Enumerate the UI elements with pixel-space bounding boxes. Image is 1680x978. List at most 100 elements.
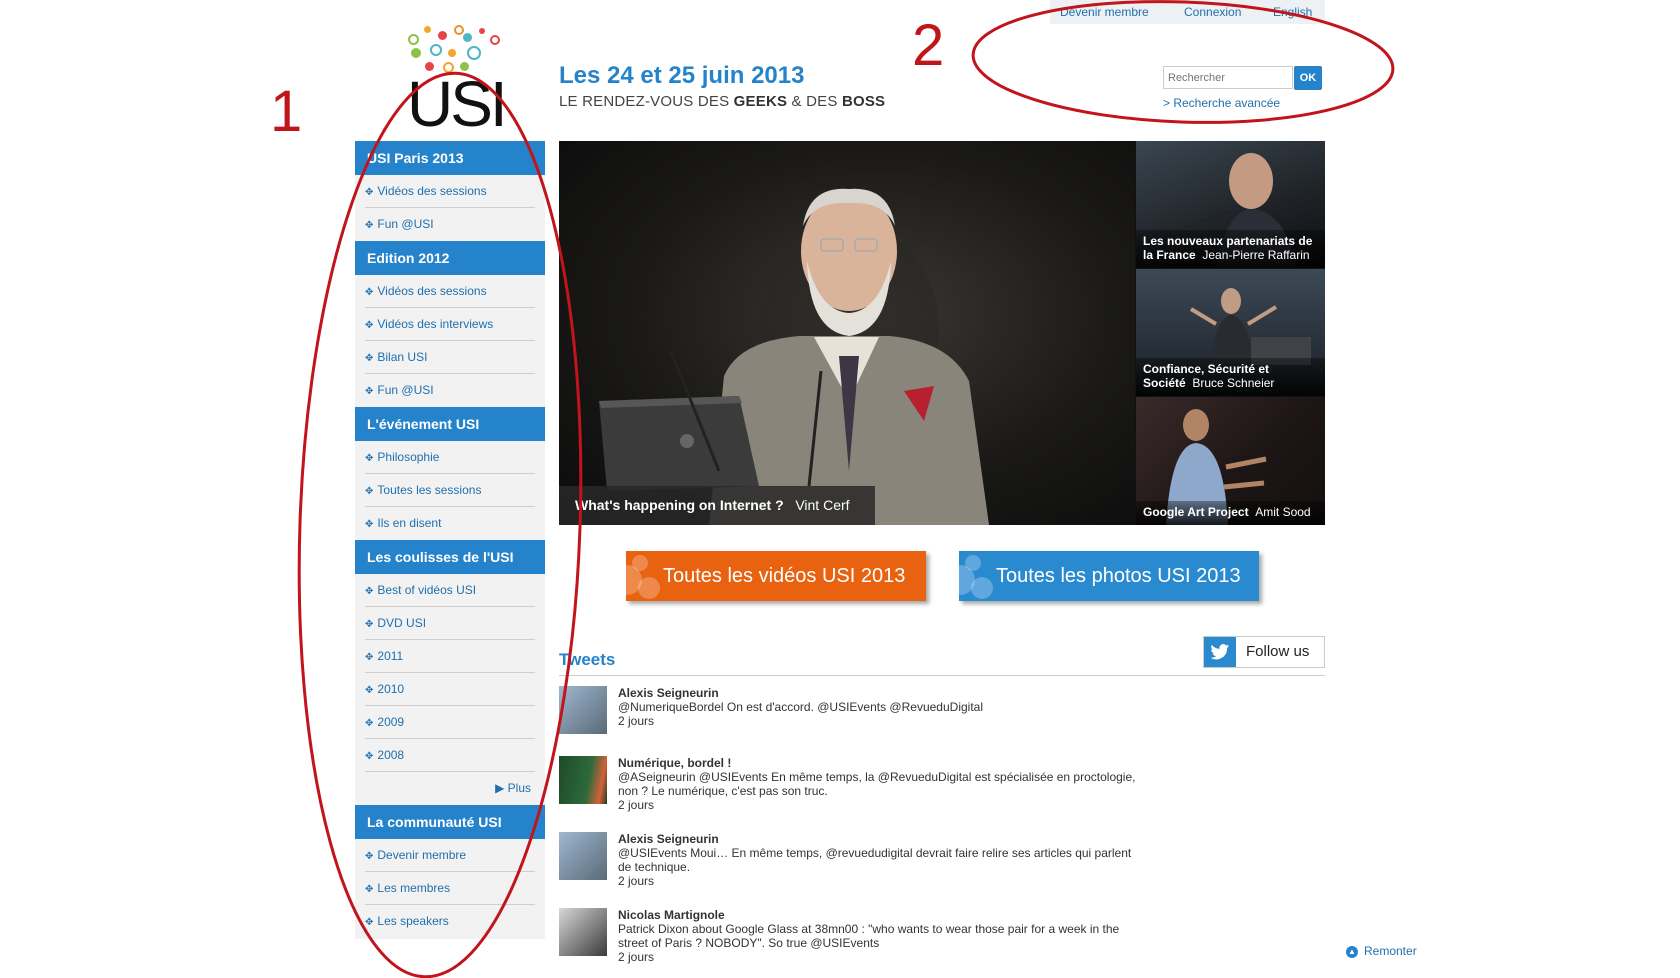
tweet-author[interactable]: Numérique, bordel ! (618, 756, 1138, 770)
sidebar-more-link[interactable]: ▶ Plus (355, 772, 545, 805)
avatar[interactable] (559, 832, 607, 880)
search-input[interactable] (1163, 66, 1293, 89)
usi-logo[interactable]: USI (405, 22, 508, 136)
logo-dot (430, 44, 442, 56)
tagline-boss: BOSS (841, 93, 886, 110)
tweet-text: @ASeigneurin @USIEvents En même temps, l… (618, 770, 1136, 798)
bullet-icon: ✥ (365, 519, 374, 530)
sidebar-section-communaute: La communauté USI ✥ Devenir membre ✥ Les m… (355, 805, 545, 938)
bullet-icon: ✥ (365, 353, 374, 364)
advanced-search-link[interactable]: > Recherche avancée (1163, 96, 1280, 110)
sidebar-item-label: Devenir membre (377, 848, 467, 862)
decor-bubble (632, 555, 648, 571)
tweet-text: @NumeriqueBordel On est d'accord. @USIEv… (618, 700, 983, 714)
logo-dot (463, 33, 472, 42)
annotation-label-2: 2 (912, 13, 945, 78)
thumb-caption: Confiance, Sécurité et Société Bruce Sch… (1136, 358, 1325, 396)
thumb-speaker: Amit Sood (1255, 505, 1311, 519)
triangle-right-icon: ▶ (495, 781, 508, 795)
sidebar-section-usi-paris-2013: USI Paris 2013 ✥ Vidéos des sessions ✥ Fun… (355, 141, 545, 241)
sidebar-item-label: Vidéos des sessions (377, 184, 487, 198)
sidebar-item-2011[interactable]: ✥ 2011 (365, 640, 535, 673)
thumb-caption: Google Art Project Amit Sood (1136, 501, 1325, 525)
logo-dot (467, 46, 481, 60)
sidebar-section-title[interactable]: L'événement USI (355, 407, 545, 441)
sidebar-section-title[interactable]: Edition 2012 (355, 241, 545, 275)
sidebar-item-les-speakers[interactable]: ✥ Les speakers (365, 905, 535, 938)
tweet-author[interactable]: Alexis Seigneurin (618, 686, 1138, 700)
english-link[interactable]: English (1273, 5, 1312, 19)
bullet-icon: ✥ (365, 453, 374, 464)
sidebar-section-edition-2012: Edition 2012 ✥ Vidéos des sessions ✥ Vidéo… (355, 241, 545, 407)
tweet-time[interactable]: 2 jours (618, 798, 1138, 812)
logo-dot (448, 49, 456, 57)
sidebar-section-title[interactable]: Les coulisses de l'USI (355, 540, 545, 574)
bullet-icon: ✥ (365, 287, 374, 298)
connexion-link[interactable]: Connexion (1184, 5, 1241, 19)
sidebar-item-label: Toutes les sessions (377, 483, 482, 497)
avatar[interactable] (559, 686, 607, 734)
sidebar-item-best-of[interactable]: ✥ Best of vidéos USI (365, 574, 535, 607)
all-videos-button[interactable]: Toutes les vidéos USI 2013 (626, 551, 926, 601)
tweet-author[interactable]: Nicolas Martignole (618, 908, 1138, 922)
tweet-time[interactable]: 2 jours (618, 714, 1138, 728)
tagline-geeks: GEEKS (733, 93, 788, 110)
sidebar-item-videos-sessions-2012[interactable]: ✥ Vidéos des sessions (365, 275, 535, 308)
sidebar-item-label: Fun @USI (377, 217, 434, 231)
sidebar-item-fun-usi-2013[interactable]: ✥ Fun @USI (365, 208, 535, 241)
avatar[interactable] (559, 756, 607, 804)
sidebar-item-dvd-usi[interactable]: ✥ DVD USI (365, 607, 535, 640)
devenir-membre-link[interactable]: Devenir membre (1060, 5, 1149, 19)
hero-main-slide[interactable]: What's happening on Internet ? Vint Cerf (559, 141, 1135, 525)
bullet-icon: ✥ (365, 884, 374, 895)
tweet-author[interactable]: Alexis Seigneurin (618, 832, 1138, 846)
sidebar-item-bilan-usi[interactable]: ✥ Bilan USI (365, 341, 535, 374)
sidebar-section-title[interactable]: La communauté USI (355, 805, 545, 839)
thumb-title: Google Art Project (1143, 505, 1249, 519)
sidebar-item-ils-en-disent[interactable]: ✥ Ils en disent (365, 507, 535, 540)
top-links-bar: Devenir membre Connexion English (1050, 0, 1325, 24)
sidebar-item-videos-interviews[interactable]: ✥ Vidéos des interviews (365, 308, 535, 341)
sidebar-item-label: 2010 (377, 682, 405, 696)
sidebar-item-videos-sessions-2013[interactable]: ✥ Vidéos des sessions (365, 175, 535, 208)
sidebar-item-label: Philosophie (377, 450, 440, 464)
search-ok-button[interactable]: OK (1294, 66, 1322, 90)
tweet-time[interactable]: 2 jours (618, 950, 1138, 964)
sidebar-item-2008[interactable]: ✥ 2008 (365, 739, 535, 772)
sidebar-item-fun-usi-2012[interactable]: ✥ Fun @USI (365, 374, 535, 407)
bullet-icon: ✥ (365, 586, 374, 597)
sidebar-section-title[interactable]: USI Paris 2013 (355, 141, 545, 175)
all-photos-button[interactable]: Toutes les photos USI 2013 (959, 551, 1259, 601)
bullet-icon: ✥ (365, 187, 374, 198)
divider (559, 675, 1325, 676)
follow-us-button[interactable]: Follow us (1203, 636, 1325, 668)
follow-us-label: Follow us (1246, 643, 1310, 660)
bullet-icon: ✥ (365, 718, 374, 729)
avatar[interactable] (559, 908, 607, 956)
bullet-icon: ✥ (365, 220, 374, 231)
logo-dot (424, 26, 431, 33)
hero-thumb-raffarin[interactable]: Les nouveaux partenariats de la France J… (1136, 141, 1325, 268)
sidebar-item-label: Vidéos des interviews (377, 317, 494, 331)
sidebar-item-devenir-membre[interactable]: ✥ Devenir membre (365, 839, 535, 872)
hero-thumb-schneier[interactable]: Confiance, Sécurité et Société Bruce Sch… (1136, 269, 1325, 396)
sidebar-item-label: 2009 (377, 715, 405, 729)
sidebar-item-label: 2011 (377, 649, 404, 663)
sidebar-nav: USI Paris 2013 ✥ Vidéos des sessions ✥ Fun… (355, 141, 545, 939)
sidebar-item-toutes-sessions[interactable]: ✥ Toutes les sessions (365, 474, 535, 507)
logo-wordmark: USI (407, 68, 508, 140)
sidebar-item-label: Les membres (377, 881, 451, 895)
tweet-time[interactable]: 2 jours (618, 874, 1138, 888)
sidebar-item-2009[interactable]: ✥ 2009 (365, 706, 535, 739)
sidebar-item-2010[interactable]: ✥ 2010 (365, 673, 535, 706)
back-to-top-link[interactable]: ▲ Remonter (1346, 944, 1417, 958)
logo-dot (454, 25, 464, 35)
decor-bubble (971, 577, 993, 599)
tweet-body: Alexis Seigneurin @USIEvents Moui… En mê… (618, 832, 1138, 888)
sidebar-item-philosophie[interactable]: ✥ Philosophie (365, 441, 535, 474)
sidebar-item-label: DVD USI (377, 616, 427, 630)
bullet-icon: ✥ (365, 320, 374, 331)
sidebar-item-les-membres[interactable]: ✥ Les membres (365, 872, 535, 905)
sidebar-item-label: Ils en disent (377, 516, 442, 530)
hero-thumb-sood[interactable]: Google Art Project Amit Sood (1136, 397, 1325, 525)
